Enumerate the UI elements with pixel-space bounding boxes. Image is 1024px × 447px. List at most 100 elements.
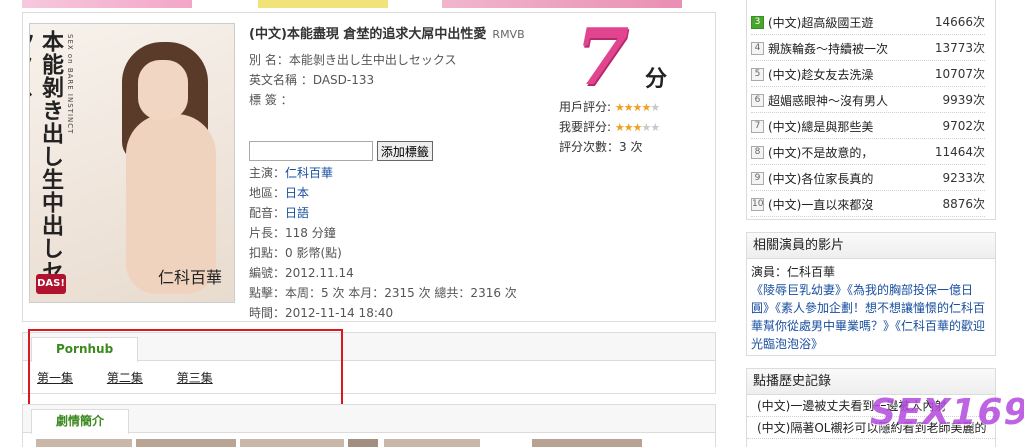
ranking-item[interactable]: 6 超媚惑眼神～沒有男人 9939次 <box>751 87 985 113</box>
ranking-item[interactable]: 4 親族輪姦～持續被一次 13773次 <box>751 35 985 61</box>
rank-title[interactable]: (中文)總是與那些美 <box>768 114 873 140</box>
tags-line: 標 簽 ： <box>249 93 293 107</box>
movie-title: (中文)本能盡現 倉埜的追求大屌中出性愛 RMVB <box>249 23 569 42</box>
add-tag-row: 添加標籤 <box>249 141 433 161</box>
tag-input[interactable] <box>249 141 373 161</box>
my-rating-label: 我要評分: <box>559 120 612 134</box>
thumbnail-3[interactable] <box>240 439 344 447</box>
score-unit: 分 <box>645 67 668 92</box>
rank-title[interactable]: 超媚惑眼神～沒有男人 <box>768 88 888 114</box>
alias-line: 別 名：本能剝き出し生中出しセックス <box>249 53 457 67</box>
rank-number: 3 <box>751 16 764 29</box>
rank-number: 4 <box>751 42 764 55</box>
dub-line: 配音：日語 <box>249 203 517 223</box>
rank-title[interactable]: (中文)各位家長真的 <box>768 166 873 192</box>
thumbnail-1[interactable] <box>36 439 132 447</box>
region-label: 地區： <box>249 186 286 200</box>
ranking-item[interactable]: 7 (中文)總是與那些美 9702次 <box>751 113 985 139</box>
rank-count: 9233次 <box>942 171 985 185</box>
star-icon[interactable]: ★ <box>650 121 660 134</box>
star-icon: ★ <box>650 101 660 114</box>
rank-number: 8 <box>751 146 764 159</box>
ranking-item[interactable]: 9 (中文)各位家長真的 9233次 <box>751 165 985 191</box>
time-line: 時間：2012-11-14 18:40 <box>249 306 394 320</box>
movie-title-text: (中文)本能盡現 倉埜的追求大屌中出性愛 <box>249 27 487 42</box>
rank-title[interactable]: (中文)不是故意的， <box>768 140 873 166</box>
ranking-panel: 3 (中文)超高級國王遊 14666次 4 親族輪姦～持續被一次 13773次 5 (中文)趁… <box>746 0 996 220</box>
cover-subtitle: SEX on BARE INSTINCT <box>66 34 74 135</box>
rank-title[interactable]: (中文)一直以來都沒 <box>768 192 873 218</box>
add-tag-button[interactable]: 添加標籤 <box>376 141 433 161</box>
star-icon: ★ <box>623 101 634 114</box>
related-videos-body: 演員：仁科百華 《陵辱巨乳幼妻》《為我的胸部投保一億日圓》《素人參加企劃！想不想… <box>747 259 995 357</box>
votes-count: 評分次數：3 次 <box>559 140 643 154</box>
star-icon[interactable]: ★ <box>624 121 634 134</box>
rank-title[interactable]: 親族輪姦～持續被一次 <box>768 36 888 62</box>
star-icon: ★ <box>632 101 643 114</box>
rating-rows: 用戶評分: ★★★★★ 我要評分: ★★★★★ 評分次數：3 次 <box>559 97 709 157</box>
region-line: 地區：日本 <box>249 183 517 203</box>
thumbnail-4[interactable] <box>348 439 378 447</box>
rank-number: 10 <box>751 198 764 211</box>
my-rating-row: 我要評分: ★★★★★ <box>559 117 709 137</box>
rank-count: 10707次 <box>934 67 985 81</box>
ranking-item[interactable]: 3 (中文)超高級國王遊 14666次 <box>751 9 985 35</box>
thumbnail-5[interactable] <box>384 439 480 447</box>
top-banner-strip[interactable] <box>22 0 716 8</box>
star-icon[interactable]: ★ <box>633 121 643 134</box>
ranking-item[interactable]: 10 (中文)一直以來都沒 8876次 <box>751 191 985 217</box>
length-line: 片長：118 分鐘 <box>249 226 336 240</box>
region-link[interactable]: 日本 <box>285 186 309 200</box>
related-videos-heading: 相關演員的影片 <box>747 233 995 259</box>
rank-count: 11464次 <box>934 145 985 159</box>
banner-image-1[interactable] <box>22 0 192 8</box>
thumbnail-6[interactable] <box>532 439 642 447</box>
tab-synopsis[interactable]: 劇情簡介 <box>31 409 130 434</box>
movie-cover-image[interactable]: 本能剝き出し生中出しセックス SEX on BARE INSTINCT 仁科百華… <box>29 23 235 303</box>
banner-image-3[interactable] <box>442 0 682 8</box>
english-name-line: 英文名稱 ：DASD-133 <box>249 73 375 87</box>
user-rating-stars: ★★★★★ <box>615 98 660 118</box>
my-rating-stars[interactable]: ★★★★★ <box>615 118 660 138</box>
rank-count: 14666次 <box>934 15 985 29</box>
cover-figure-face <box>138 60 188 120</box>
cover-title: 本能剝き出し生中出しセックス <box>30 30 64 283</box>
date-line: 編號：2012.11.14 <box>249 266 354 280</box>
movie-details: (中文)本能盡現 倉埜的追求大屌中出性愛 RMVB 別 名：本能剝き出し生中出しセ… <box>249 23 569 320</box>
rank-number: 5 <box>751 68 764 81</box>
ranking-item[interactable]: 5 (中文)趁女友去洗澡 10707次 <box>751 61 985 87</box>
user-rating-row: 用戶評分: ★★★★★ <box>559 97 709 117</box>
rank-title[interactable]: (中文)趁女友去洗澡 <box>768 62 873 88</box>
dub-label: 配音： <box>249 206 286 220</box>
rank-count: 9702次 <box>942 119 985 133</box>
rank-count: 13773次 <box>934 41 985 55</box>
movie-info-panel: 本能剝き出し生中出しセックス SEX on BARE INSTINCT 仁科百華… <box>22 12 716 322</box>
star-label: 主演： <box>249 166 286 180</box>
rank-count: 9939次 <box>942 93 985 107</box>
thumbnail-2[interactable] <box>136 439 236 447</box>
format-badge: RMVB <box>492 28 525 41</box>
synopsis-tabbar: 劇情簡介 <box>23 405 715 434</box>
rank-number: 9 <box>751 172 764 185</box>
credits-list: 主演：仁科百華 地區：日本 配音：日語 片長：118 分鐘 扣點：0 影幣(點)… <box>249 163 517 323</box>
star-icon[interactable]: ★ <box>615 121 625 134</box>
highlight-annotation-box <box>28 329 343 409</box>
studio-logo: DAS! <box>36 274 66 294</box>
related-actor-line: 演員：仁科百華 <box>751 265 836 279</box>
banner-image-2[interactable] <box>258 0 388 8</box>
deduct-line: 扣點：0 影幣(點) <box>249 246 342 260</box>
site-watermark: SEX169 <box>870 392 1024 433</box>
rank-title[interactable]: (中文)超高級國王遊 <box>768 10 873 36</box>
user-rating-label: 用戶評分: <box>559 100 612 114</box>
star-line: 主演：仁科百華 <box>249 163 517 183</box>
related-video-links[interactable]: 《陵辱巨乳幼妻》《為我的胸部投保一億日圓》《素人參加企劃！想不想讓憧憬的仁科百華… <box>751 283 985 351</box>
dub-link[interactable]: 日語 <box>285 206 309 220</box>
star-link[interactable]: 仁科百華 <box>285 166 333 180</box>
cover-actress-name: 仁科百華 <box>157 268 222 287</box>
rank-number: 6 <box>751 94 764 107</box>
rank-number: 7 <box>751 120 764 133</box>
related-videos-box: 相關演員的影片 演員：仁科百華 《陵辱巨乳幼妻》《為我的胸部投保一億日圓》《素人… <box>746 232 996 356</box>
clicks-line: 點擊：本周：5 次 本月：2315 次 總共：2316 次 <box>249 286 517 300</box>
ranking-item[interactable]: 8 (中文)不是故意的， 11464次 <box>751 139 985 165</box>
score-value: 7 <box>575 12 630 103</box>
